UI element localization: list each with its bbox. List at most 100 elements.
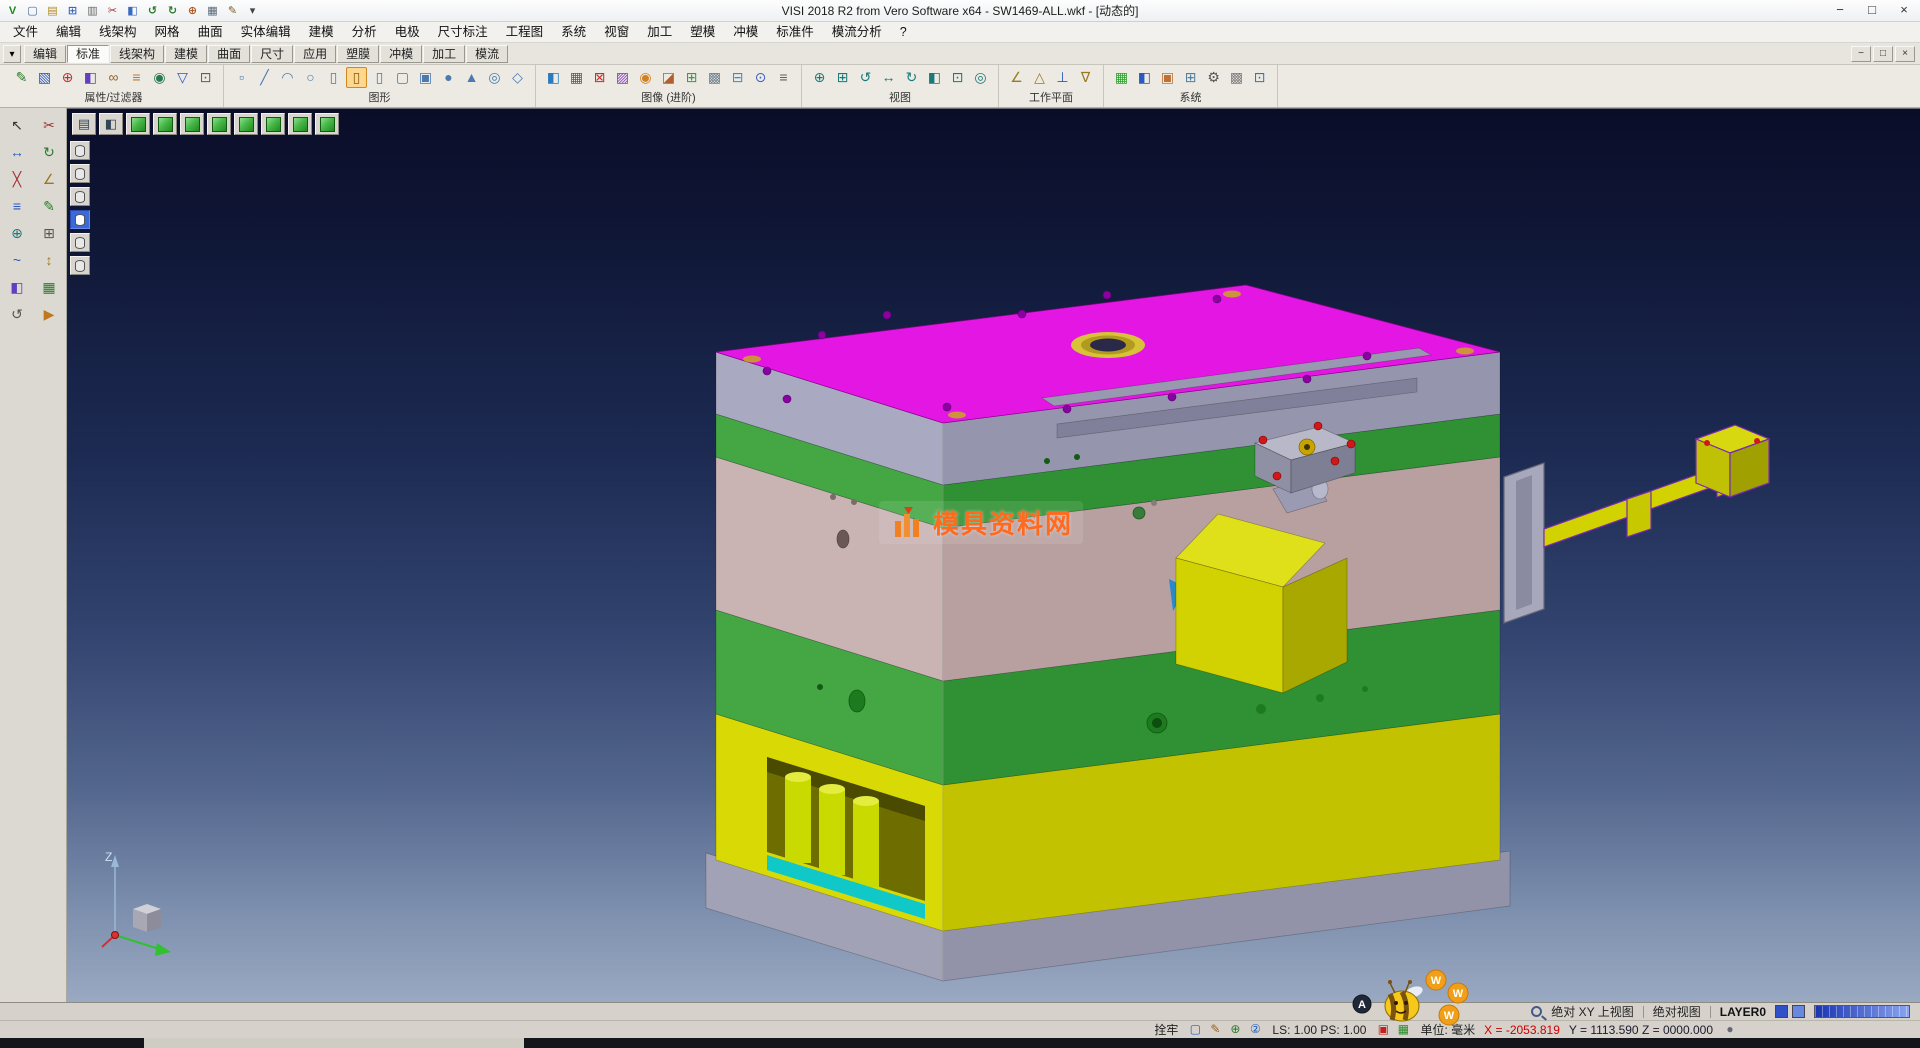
toolbar-icon[interactable]: ⊡ [195,67,216,88]
menu-item[interactable]: 建模 [300,22,343,42]
active-layer-button[interactable]: LAYER0 [1720,1005,1766,1019]
view-cube-button[interactable] [126,113,150,135]
toolbar-icon[interactable]: ⊡ [947,67,968,88]
view-cube-button[interactable] [288,113,312,135]
toolbar-icon[interactable]: ▣ [1157,67,1178,88]
sidebar-tool-icon[interactable]: ╳ [4,168,30,190]
toolbar-tab[interactable]: 线架构 [110,45,164,63]
tab-dropdown-button[interactable]: ▾ [3,45,21,63]
toolbar-icon[interactable]: ↻ [901,67,922,88]
toolbar-icon[interactable]: △ [1029,67,1050,88]
toolbar-icon[interactable]: ▫ [231,67,252,88]
menu-item[interactable]: 视窗 [595,22,638,42]
mold-assembly-model[interactable] [67,109,1920,1002]
search-icon[interactable] [1531,1006,1542,1017]
sidebar-tool-icon[interactable]: ↕ [36,249,62,271]
toolbar-icon[interactable]: ▦ [1111,67,1132,88]
toolbar-icon[interactable]: ⊞ [832,67,853,88]
toolbar-icon[interactable]: ◉ [635,67,656,88]
menu-item[interactable]: 系统 [552,22,595,42]
menu-item[interactable]: 编辑 [47,22,90,42]
display-mode-button[interactable] [70,256,90,275]
layer-progress-bar[interactable] [1814,1005,1910,1018]
toolbar-tab[interactable]: 尺寸 [251,45,293,63]
window-control-button[interactable]: □ [1856,0,1888,21]
sidebar-tool-icon[interactable]: ✎ [36,195,62,217]
view-cube-button[interactable] [234,113,258,135]
menu-item[interactable]: 实体编辑 [232,22,300,42]
toolbar-icon[interactable]: ≡ [773,67,794,88]
quick-access-icon[interactable]: ▾ [244,3,261,19]
toolbar-icon[interactable]: ◠ [277,67,298,88]
toolbar-tab[interactable]: 应用 [294,45,336,63]
quick-access-icon[interactable]: ⊞ [64,3,81,19]
sidebar-tool-icon[interactable]: ▶ [36,303,62,325]
toolbar-icon[interactable]: ◧ [80,67,101,88]
quick-access-icon[interactable]: V [4,3,21,19]
viewport-3d[interactable]: ▤◧ [67,108,1920,1002]
menu-item[interactable]: 线架构 [90,22,146,42]
toolbar-icon[interactable]: ◎ [970,67,991,88]
sidebar-tool-icon[interactable]: ↖ [4,114,30,136]
window-control-button[interactable]: × [1888,0,1920,21]
display-mode-button[interactable] [70,187,90,206]
toolbar-icon[interactable]: ▧ [34,67,55,88]
menu-item[interactable]: 塑模 [681,22,724,42]
sidebar-tool-icon[interactable]: ~ [4,249,30,271]
menu-item[interactable]: 标准件 [767,22,823,42]
quick-access-icon[interactable]: ↻ [164,3,181,19]
sidebar-tool-icon[interactable]: ⊞ [36,222,62,244]
viewport-window-button[interactable]: ▤ [72,113,96,135]
view-cube-button[interactable] [315,113,339,135]
view-mode-button[interactable]: 绝对视图 [1653,1003,1701,1020]
quick-access-icon[interactable]: ▥ [84,3,101,19]
toolbar-icon[interactable]: ● [438,67,459,88]
toolbar-icon[interactable]: ⚙ [1203,67,1224,88]
quick-access-icon[interactable]: ◧ [124,3,141,19]
toolbar-icon[interactable]: ⊥ [1052,67,1073,88]
status-icon[interactable]: ② [1247,1022,1263,1037]
toolbar-tab[interactable]: 编辑 [24,45,66,63]
sidebar-tool-icon[interactable]: ◧ [4,276,30,298]
toolbar-icon[interactable]: ⊞ [681,67,702,88]
sidebar-tool-icon[interactable]: ≡ [4,195,30,217]
menu-item[interactable]: ? [891,22,916,42]
toolbar-icon[interactable]: ▦ [566,67,587,88]
toolbar-icon[interactable]: ▲ [461,67,482,88]
toolbar-icon[interactable]: ▽ [172,67,193,88]
toolbar-icon[interactable]: ▢ [392,67,413,88]
menu-item[interactable]: 分析 [343,22,386,42]
toolbar-tab[interactable]: 冲模 [380,45,422,63]
sidebar-tool-icon[interactable]: ⊕ [4,222,30,244]
toolbar-icon[interactable]: ▯ [369,67,390,88]
toolbar-icon[interactable]: ▨ [612,67,633,88]
menu-item[interactable]: 冲模 [724,22,767,42]
toolbar-icon[interactable]: ∇ [1075,67,1096,88]
document-window-button[interactable]: − [1851,46,1871,62]
layer-color-swatch[interactable] [1792,1005,1805,1018]
status-icon[interactable]: ✎ [1207,1022,1223,1037]
toolbar-icon[interactable]: ▩ [1226,67,1247,88]
toolbar-icon[interactable]: ◉ [149,67,170,88]
menu-item[interactable]: 尺寸标注 [429,22,497,42]
window-control-button[interactable]: − [1824,0,1856,21]
toolbar-tab[interactable]: 建模 [165,45,207,63]
toolbar-icon[interactable]: ⊕ [57,67,78,88]
toolbar-icon[interactable]: ∠ [1006,67,1027,88]
menu-item[interactable]: 加工 [638,22,681,42]
toolbar-icon[interactable]: ▩ [704,67,725,88]
toolbar-icon[interactable]: ╱ [254,67,275,88]
menu-item[interactable]: 文件 [4,22,47,42]
toolbar-tab[interactable]: 加工 [423,45,465,63]
menu-item[interactable]: 工程图 [497,22,553,42]
layer-color-swatch[interactable] [1775,1005,1788,1018]
quick-access-icon[interactable]: ▦ [204,3,221,19]
toolbar-icon[interactable]: ◪ [658,67,679,88]
quick-access-icon[interactable]: ✎ [224,3,241,19]
toolbar-tab[interactable]: 标准 [67,45,109,63]
status-globe-icon[interactable]: ● [1722,1022,1738,1037]
viewport-window-button[interactable]: ◧ [99,113,123,135]
toolbar-icon[interactable]: ▣ [415,67,436,88]
toolbar-icon[interactable]: ▯ [346,67,367,88]
view-cube-button[interactable] [261,113,285,135]
